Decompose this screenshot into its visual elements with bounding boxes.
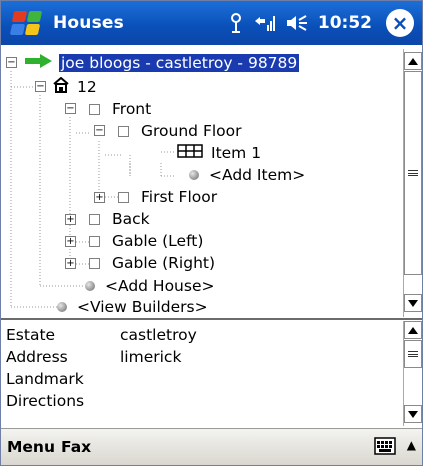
expand-back-icon[interactable]: + xyxy=(65,214,76,225)
add-item-label: <Add Item> xyxy=(209,166,306,184)
menu-button[interactable]: Menu xyxy=(7,438,55,456)
table-icon xyxy=(177,144,203,162)
details-pane: Estate castletroy Address limerick Landm… xyxy=(1,321,404,426)
detail-row-directions: Directions xyxy=(6,390,120,412)
details-scroll-thumb[interactable] xyxy=(404,340,422,368)
tree-node-item-1[interactable]: Item 1 xyxy=(177,142,263,164)
first-floor-label: First Floor xyxy=(141,188,218,206)
grip-icon xyxy=(408,170,418,176)
estate-value: castletroy xyxy=(120,326,197,344)
scroll-up-arrow-icon[interactable] xyxy=(404,321,422,339)
clock-time[interactable]: 10:52 xyxy=(318,13,372,33)
item-1-label: Item 1 xyxy=(211,144,262,162)
checkbox-icon[interactable] xyxy=(89,103,100,115)
green-arrow-icon xyxy=(25,54,53,72)
details-scrollbar[interactable] xyxy=(403,321,422,426)
root-label: joe bloogs - castletroy - 98789 xyxy=(57,53,301,73)
detail-row-estate: Estate castletroy xyxy=(6,324,197,346)
close-icon[interactable]: × xyxy=(386,9,414,37)
expand-gable-right-icon[interactable]: + xyxy=(65,258,76,269)
checkbox-icon[interactable] xyxy=(118,125,129,137)
expand-first-floor-icon[interactable]: + xyxy=(94,192,105,203)
expand-gable-left-icon[interactable]: + xyxy=(65,236,76,247)
estate-label: Estate xyxy=(6,326,56,344)
checkbox-icon[interactable] xyxy=(89,235,100,247)
detail-row-address: Address limerick xyxy=(6,346,181,368)
view-builders-label: <View Builders> xyxy=(77,298,208,316)
windows-start-icon[interactable] xyxy=(9,8,45,38)
menu-bar: Menu Fax ▲ xyxy=(1,428,422,465)
tree-node-front[interactable]: Front xyxy=(89,98,153,120)
tree-node-root[interactable]: joe bloogs - castletroy - 98789 xyxy=(25,52,301,74)
tree-node-house[interactable]: 12 xyxy=(53,76,99,98)
scroll-down-arrow-icon[interactable] xyxy=(404,405,422,423)
tree-node-ground-floor[interactable]: Ground Floor xyxy=(118,120,244,142)
antenna-icon[interactable] xyxy=(228,13,244,33)
gable-left-label: Gable (Left) xyxy=(112,232,204,250)
address-label: Address xyxy=(6,348,68,366)
title-bar: Houses 10:52 × xyxy=(1,1,422,45)
landmark-label: Landmark xyxy=(6,370,84,388)
checkbox-icon[interactable] xyxy=(89,213,100,225)
collapse-house-icon[interactable]: − xyxy=(35,81,46,92)
tree-node-gable-left[interactable]: Gable (Left) xyxy=(89,230,205,252)
speaker-icon[interactable] xyxy=(286,13,308,33)
scroll-down-arrow-icon[interactable] xyxy=(404,294,422,312)
connectivity-icon[interactable] xyxy=(254,13,276,33)
detail-row-landmark: Landmark xyxy=(6,368,120,390)
keyboard-icon[interactable] xyxy=(374,437,396,455)
collapse-front-icon[interactable]: − xyxy=(65,103,76,114)
checkbox-icon[interactable] xyxy=(118,191,129,203)
address-value: limerick xyxy=(120,348,182,366)
sip-arrow-icon[interactable]: ▲ xyxy=(407,438,416,452)
house-tree-view[interactable]: − joe bloogs - castletroy - 98789 − 12 −… xyxy=(1,49,404,317)
grip-icon xyxy=(408,351,418,357)
bullet-icon xyxy=(57,302,67,312)
bullet-icon xyxy=(189,170,199,180)
add-house-label: <Add House> xyxy=(105,277,215,295)
tree-node-add-house[interactable]: <Add House> xyxy=(85,275,216,297)
tree-node-view-builders[interactable]: <View Builders> xyxy=(57,296,210,317)
house-label: 12 xyxy=(77,78,97,96)
tree-node-first-floor[interactable]: First Floor xyxy=(118,186,219,208)
scroll-up-arrow-icon[interactable] xyxy=(404,52,422,70)
collapse-root-icon[interactable]: − xyxy=(6,57,17,68)
tree-node-gable-right[interactable]: Gable (Right) xyxy=(89,252,217,274)
fax-button[interactable]: Fax xyxy=(61,438,91,456)
front-label: Front xyxy=(112,100,152,118)
back-label: Back xyxy=(112,210,150,228)
gable-right-label: Gable (Right) xyxy=(112,254,216,272)
pane-divider[interactable] xyxy=(1,318,422,320)
checkbox-icon[interactable] xyxy=(89,257,100,269)
bullet-icon xyxy=(85,281,95,291)
ground-floor-label: Ground Floor xyxy=(141,122,242,140)
device-screen: Houses 10:52 × − joe bloogs - castletroy… xyxy=(0,0,423,466)
tree-node-back[interactable]: Back xyxy=(89,208,152,230)
tree-node-add-item[interactable]: <Add Item> xyxy=(189,164,307,186)
app-title: Houses xyxy=(53,13,124,33)
collapse-ground-floor-icon[interactable]: − xyxy=(94,125,105,136)
tree-scroll-thumb[interactable] xyxy=(404,71,422,275)
house-icon xyxy=(53,76,69,97)
tree-scrollbar[interactable] xyxy=(403,49,422,317)
directions-label: Directions xyxy=(6,392,85,410)
